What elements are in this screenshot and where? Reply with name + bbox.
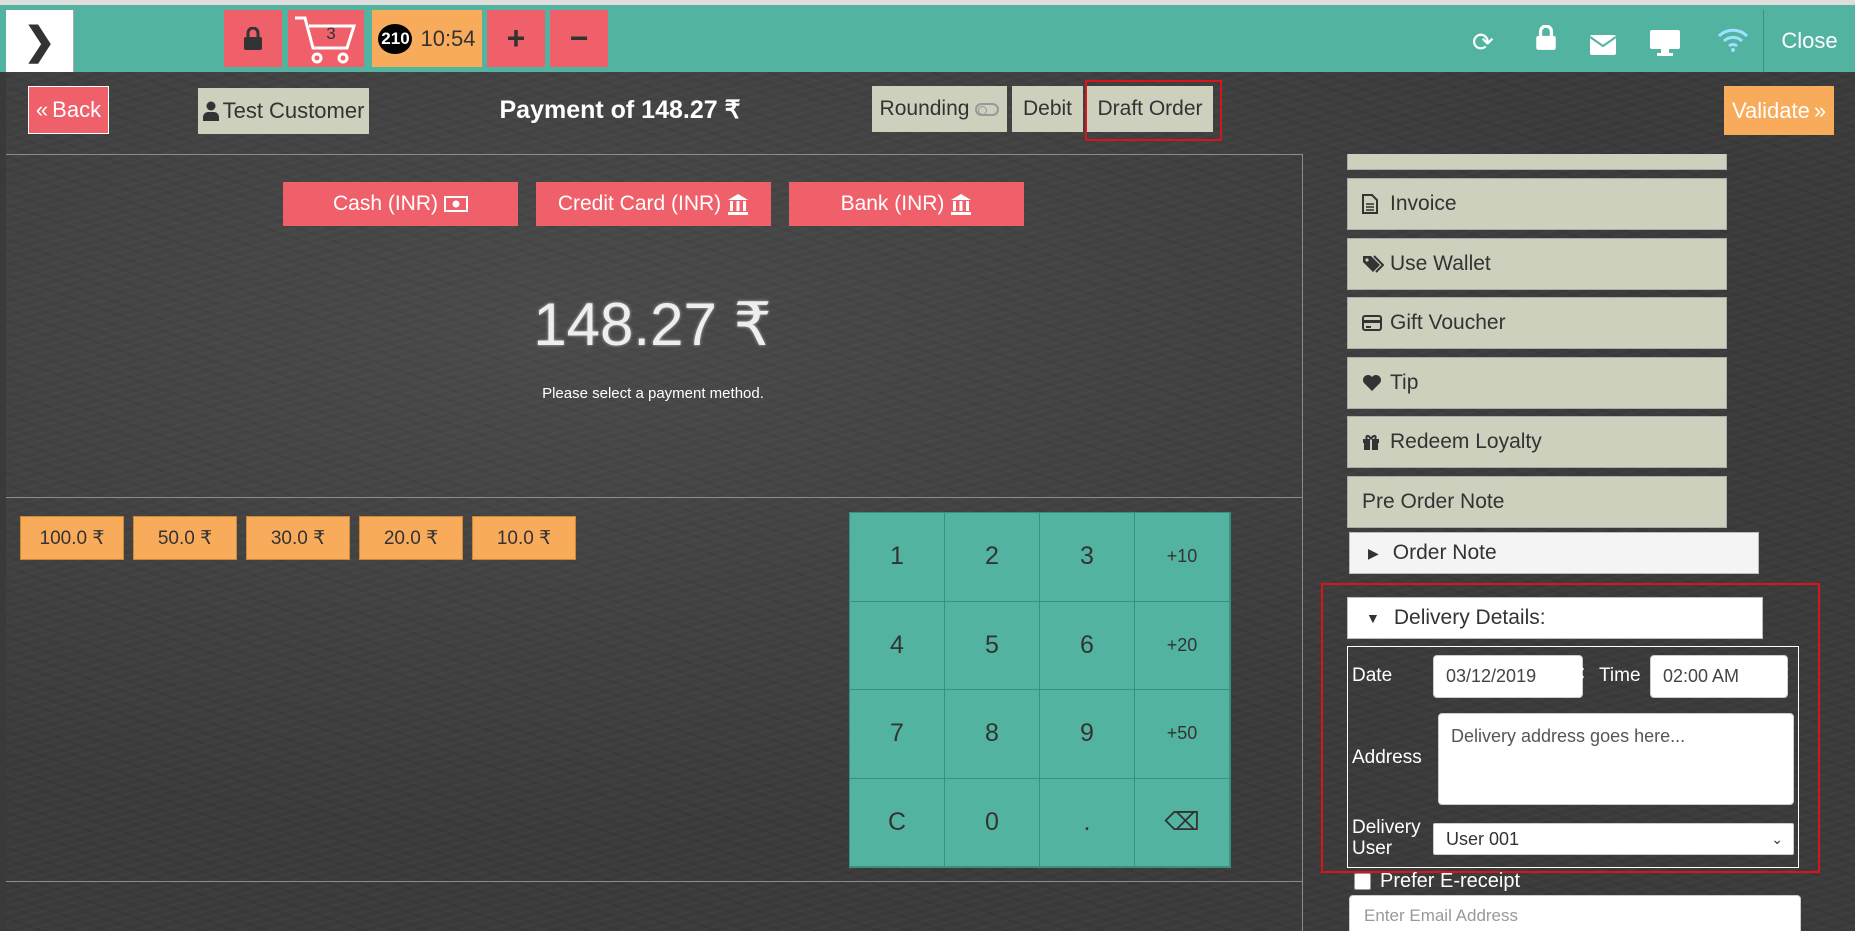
- payment-hint: Please select a payment method.: [542, 385, 764, 402]
- sidebar-item-label: Pre Order Note: [1362, 490, 1505, 513]
- numpad-key-clear[interactable]: C: [850, 778, 945, 867]
- prefer-ereceipt-label: Prefer E-receipt: [1380, 870, 1521, 892]
- double-chevron-left-icon: «: [35, 97, 49, 122]
- numpad-key-plus10[interactable]: +10: [1135, 513, 1230, 602]
- divider: [6, 154, 1303, 155]
- backspace-icon[interactable]: ⌫: [1135, 778, 1230, 867]
- quick-amount-button[interactable]: 100.0 ₹: [20, 516, 124, 560]
- cart-count: 3: [326, 24, 335, 43]
- highlight-frame: [1321, 583, 1820, 873]
- page-title: Payment of 148.27 ₹: [499, 96, 741, 124]
- refresh-icon[interactable]: ⟳: [1472, 27, 1494, 58]
- highlight-frame: [1085, 80, 1222, 141]
- rounding-label: Rounding: [879, 97, 970, 120]
- numpad-key-2[interactable]: 2: [945, 513, 1040, 602]
- numpad-key-dot[interactable]: .: [1040, 778, 1135, 867]
- quick-amount-button[interactable]: 30.0 ₹: [246, 516, 350, 560]
- numpad-key-plus20[interactable]: +20: [1135, 601, 1230, 690]
- prefer-ereceipt-checkbox[interactable]: [1354, 873, 1371, 890]
- customer-button[interactable]: Test Customer: [198, 88, 369, 134]
- numpad-key-9[interactable]: 9: [1040, 690, 1135, 779]
- toggle-off-icon: [975, 102, 1000, 116]
- validate-button[interactable]: Validate »: [1724, 86, 1834, 135]
- double-chevron-right-icon: »: [1813, 97, 1827, 123]
- lock-icon[interactable]: [1535, 24, 1557, 58]
- back-label: Back: [52, 97, 102, 122]
- top-bar: ❯ 3 210 10:54 + − ⟳ Close: [0, 0, 1855, 72]
- mail-icon[interactable]: [1589, 31, 1617, 62]
- money-icon: [444, 196, 468, 212]
- minus-button[interactable]: −: [550, 10, 608, 67]
- lock-button[interactable]: [224, 10, 282, 67]
- sidebar-item-partial[interactable]: [1347, 154, 1727, 170]
- back-button[interactable]: « Back: [28, 86, 109, 134]
- numpad-key-0[interactable]: 0: [945, 778, 1040, 867]
- close-button[interactable]: Close: [1763, 10, 1855, 72]
- numpad-key-6[interactable]: 6: [1040, 601, 1135, 690]
- order-note-label: Order Note: [1392, 541, 1497, 564]
- heart-icon: [1362, 374, 1390, 392]
- plus-icon: +: [506, 20, 526, 56]
- divider: [6, 881, 1303, 882]
- bank-icon: [951, 194, 972, 215]
- sidebar-item-redeem-loyalty[interactable]: Redeem Loyalty: [1347, 416, 1727, 468]
- sidebar-item-gift-voucher[interactable]: Gift Voucher: [1347, 297, 1727, 349]
- payment-amount: 148.27 ₹: [533, 291, 772, 358]
- payment-method-credit-card[interactable]: Credit Card (INR): [536, 182, 771, 226]
- email-field[interactable]: Enter Email Address: [1349, 895, 1801, 931]
- numpad-key-7[interactable]: 7: [850, 690, 945, 779]
- numpad-key-4[interactable]: 4: [850, 601, 945, 690]
- sidebar-item-tip[interactable]: Tip: [1347, 357, 1727, 409]
- numpad-key-plus50[interactable]: +50: [1135, 690, 1230, 779]
- clock-text: 10:54: [420, 25, 476, 51]
- minus-icon: −: [569, 20, 589, 56]
- sidebar-item-label: Use Wallet: [1390, 252, 1491, 275]
- user-icon: [202, 101, 219, 121]
- customer-label: Test Customer: [222, 98, 365, 123]
- cart-icon: 3: [295, 16, 357, 63]
- sidebar-item-label: Tip: [1390, 371, 1419, 394]
- quick-amount-button[interactable]: 20.0 ₹: [359, 516, 463, 560]
- wifi-icon: [1717, 27, 1749, 60]
- gift-icon: [1362, 433, 1390, 451]
- sidebar-item-label: Redeem Loyalty: [1390, 430, 1542, 453]
- numpad-key-5[interactable]: 5: [945, 601, 1040, 690]
- payment-method-label: Cash (INR): [332, 192, 438, 215]
- rounding-toggle[interactable]: Rounding: [872, 86, 1007, 132]
- lock-icon: [244, 26, 262, 50]
- debit-button[interactable]: Debit: [1012, 86, 1083, 132]
- order-clock[interactable]: 210 10:54: [372, 10, 482, 67]
- chevron-right-icon[interactable]: ❯: [6, 10, 74, 72]
- sidebar-item-label: Invoice: [1390, 192, 1457, 215]
- document-icon: [1362, 194, 1390, 214]
- numpad-key-1[interactable]: 1: [850, 513, 945, 602]
- divider: [1302, 154, 1303, 931]
- monitor-icon[interactable]: [1650, 30, 1680, 63]
- numpad: 1 2 3 +10 4 5 6 +20 7 8 9 +50 C 0 . ⌫: [849, 512, 1231, 868]
- quick-amount-button[interactable]: 50.0 ₹: [133, 516, 237, 560]
- sidebar-item-use-wallet[interactable]: Use Wallet: [1347, 238, 1727, 290]
- payment-method-label: Credit Card (INR): [557, 192, 722, 215]
- sidebar-item-invoice[interactable]: Invoice: [1347, 178, 1727, 230]
- plus-button[interactable]: +: [487, 10, 545, 67]
- cart-button[interactable]: 3: [288, 10, 364, 67]
- order-count-badge: 210: [378, 23, 413, 54]
- numpad-key-8[interactable]: 8: [945, 690, 1040, 779]
- caret-right-icon: ▶: [1368, 544, 1379, 561]
- payment-method-cash[interactable]: Cash (INR): [283, 182, 518, 226]
- divider: [6, 497, 1303, 498]
- payment-method-label: Bank (INR): [840, 192, 945, 215]
- bank-icon: [728, 194, 749, 215]
- validate-label: Validate: [1731, 97, 1810, 123]
- payment-method-bank[interactable]: Bank (INR): [789, 182, 1024, 226]
- quick-amount-button[interactable]: 10.0 ₹: [472, 516, 576, 560]
- credit-card-icon: [1362, 315, 1390, 331]
- order-note-toggle[interactable]: ▶ Order Note: [1349, 532, 1759, 574]
- sidebar-item-label: Gift Voucher: [1390, 311, 1506, 334]
- numpad-key-3[interactable]: 3: [1040, 513, 1135, 602]
- sidebar-item-pre-order-note[interactable]: Pre Order Note: [1347, 476, 1727, 528]
- tags-icon: [1362, 255, 1390, 273]
